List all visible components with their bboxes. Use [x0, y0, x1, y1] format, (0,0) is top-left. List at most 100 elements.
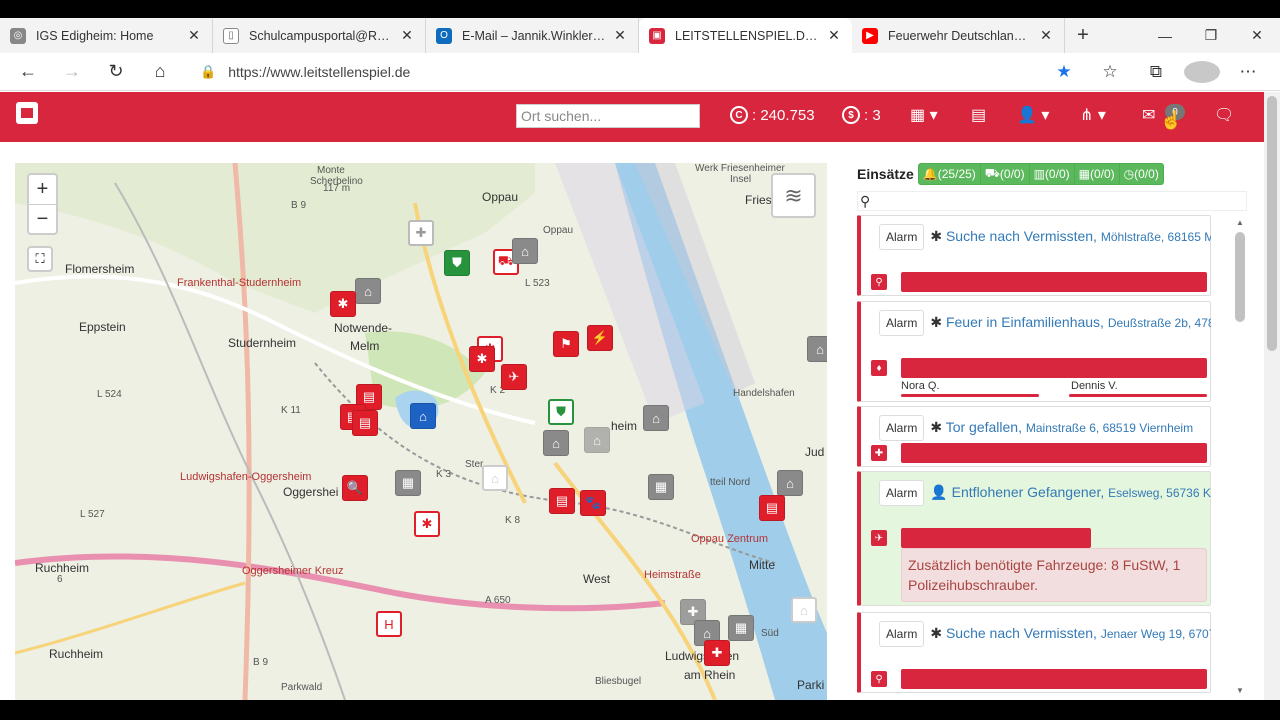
scroll-down-icon[interactable]: ▼: [1236, 686, 1244, 695]
zoom-out-button[interactable]: −: [29, 204, 56, 233]
profile-avatar[interactable]: [1184, 61, 1220, 83]
mission-name[interactable]: Tor gefallen,: [946, 419, 1022, 435]
building-marker-icon[interactable]: ⌂: [584, 427, 610, 453]
close-icon[interactable]: ✕: [826, 27, 842, 44]
mission-item[interactable]: Alarm ✱ Feuer in Einfamilienhaus, Deußstr…: [857, 301, 1211, 402]
tab-igs[interactable]: ◎ IGS Edigheim: Home ✕: [0, 18, 213, 53]
filter-emergency-button[interactable]: 🔔 (25/25): [919, 164, 981, 184]
mission-marker-icon[interactable]: ⚑: [553, 331, 579, 357]
tab-youtube[interactable]: ▶ Feuerwehr Deutschland 112 ✕: [852, 18, 1065, 53]
alarm-button[interactable]: Alarm: [879, 310, 925, 336]
filter-timed-button[interactable]: ◷ (0/0): [1120, 164, 1163, 184]
tab-email[interactable]: O E-Mail – Jannik.Winkler@igs ✕: [426, 18, 639, 53]
fire-station-marker-icon[interactable]: ▤: [352, 410, 378, 436]
location-search-input[interactable]: Ort suchen...: [516, 104, 700, 128]
close-icon[interactable]: ✕: [186, 27, 202, 44]
alarm-button[interactable]: Alarm: [879, 224, 925, 250]
home-button[interactable]: ⌂: [144, 56, 176, 88]
mission-marker-icon[interactable]: ✱: [330, 291, 356, 317]
alliance-menu-icon[interactable]: ⋔ ▾: [1080, 105, 1106, 125]
scrollbar-thumb[interactable]: [1267, 96, 1277, 351]
calendar-icon[interactable]: ▤: [971, 105, 986, 125]
rescue-mission-icon: ✚: [871, 445, 887, 461]
map[interactable]: Monte Scherbelino 117 m B 9 Oppau Oppau …: [15, 163, 827, 700]
mission-item[interactable]: Alarm ✱ Suche nach Vermissten, Möhlstraße…: [857, 215, 1211, 296]
page-scrollbar[interactable]: [1264, 92, 1280, 700]
filter-alliance-button[interactable]: ▦ (0/0): [1075, 164, 1120, 184]
search-mission-marker-icon[interactable]: 🔍: [342, 475, 368, 501]
mail-icon[interactable]: ✉: [1142, 105, 1155, 125]
mission-marker-icon[interactable]: ⚡: [587, 325, 613, 351]
mission-marker-icon[interactable]: 🐾: [580, 490, 606, 516]
mission-marker-icon[interactable]: ✈: [501, 364, 527, 390]
filter-transport-button[interactable]: ⛟ (0/0): [981, 164, 1030, 184]
building-marker-icon[interactable]: ▦: [395, 470, 421, 496]
mission-name[interactable]: Entflohener Gefangener,: [952, 484, 1105, 500]
building-marker-icon[interactable]: ⌂: [512, 238, 538, 264]
building-marker-icon[interactable]: ⌂: [777, 470, 803, 496]
mission-name[interactable]: Suche nach Vermissten,: [946, 228, 1097, 244]
mission-marker-icon[interactable]: ✱: [469, 346, 495, 372]
fullscreen-icon[interactable]: ⛶: [27, 246, 53, 272]
mission-marker-icon[interactable]: ✱: [414, 511, 440, 537]
building-marker-icon[interactable]: ⌂: [355, 278, 381, 304]
building-marker-icon[interactable]: ▦: [728, 615, 754, 641]
chat-icon[interactable]: 🗨: [1214, 105, 1234, 125]
building-marker-icon[interactable]: ⌂: [643, 405, 669, 431]
tab-schulcampus[interactable]: ▯ Schulcampusportal@RLP - l ✕: [213, 18, 426, 53]
mission-item[interactable]: Alarm 👤 Entflohener Gefangener, Eselsweg,…: [857, 471, 1211, 606]
building-marker-icon[interactable]: ⌂: [482, 465, 508, 491]
url-field[interactable]: 🔒 https://www.leitstellenspiel.de: [200, 57, 1020, 87]
building-marker-icon[interactable]: ⌂: [807, 336, 827, 362]
layers-icon[interactable]: ≋: [771, 173, 816, 218]
mission-list-scrollbar[interactable]: ▲ ▼: [1232, 218, 1248, 700]
fire-station-marker-icon[interactable]: ▤: [759, 495, 785, 521]
more-menu-icon[interactable]: ⋯: [1230, 62, 1266, 82]
mission-item[interactable]: Alarm ✱ Tor gefallen, Mainstraße 6, 68519…: [857, 406, 1211, 467]
overview-dropdown-icon[interactable]: ▦ ▾: [910, 105, 938, 125]
scrollbar-thumb[interactable]: [1235, 232, 1245, 322]
close-icon[interactable]: ✕: [612, 27, 628, 44]
building-marker-icon[interactable]: ⌂: [791, 597, 817, 623]
mission-address: Möhlstraße, 68165 Mannheim: [1100, 230, 1211, 244]
building-marker-icon[interactable]: ▦: [648, 474, 674, 500]
scroll-up-icon[interactable]: ▲: [1236, 218, 1244, 227]
fire-station-marker-icon[interactable]: ▤: [549, 488, 575, 514]
tab-leitstellenspiel[interactable]: ▣ LEITSTELLENSPIEL.DE - bau ✕: [639, 18, 852, 53]
close-icon[interactable]: ✕: [399, 27, 415, 44]
credits-display[interactable]: C : 240.753: [730, 106, 815, 124]
restore-icon[interactable]: ❐: [1188, 18, 1234, 53]
crew-name: Nora Q.: [901, 380, 940, 392]
mission-item[interactable]: Alarm ✱ Suche nach Vermissten, Jenaer Weg…: [857, 612, 1211, 693]
new-tab-button[interactable]: +: [1065, 18, 1101, 53]
close-icon[interactable]: ✕: [1038, 27, 1054, 44]
map-label: Parkwald: [281, 682, 323, 693]
back-button[interactable]: ←: [12, 56, 44, 88]
bottom-black-bar: [0, 700, 1280, 720]
ambulance-marker-icon[interactable]: ✚: [704, 640, 730, 666]
zoom-in-button[interactable]: +: [29, 175, 56, 204]
hospital-marker-icon[interactable]: ⌂: [410, 403, 436, 429]
mission-name[interactable]: Suche nach Vermissten,: [946, 625, 1097, 641]
alarm-button[interactable]: Alarm: [879, 480, 925, 506]
police-station-marker-icon[interactable]: ⛊: [444, 250, 470, 276]
forward-button[interactable]: →: [56, 56, 88, 88]
mission-name[interactable]: Feuer in Einfamilienhaus,: [946, 314, 1104, 330]
alarm-button[interactable]: Alarm: [879, 415, 925, 441]
building-marker-icon[interactable]: ✚: [408, 220, 434, 246]
helipad-marker-icon[interactable]: H: [376, 611, 402, 637]
alarm-button[interactable]: Alarm: [879, 621, 925, 647]
minimize-icon[interactable]: —: [1142, 18, 1188, 53]
close-window-icon[interactable]: ✕: [1234, 18, 1280, 53]
filter-planned-button[interactable]: ▥ (0/0): [1030, 164, 1075, 184]
reload-button[interactable]: ↻: [100, 56, 132, 88]
leitstellenspiel-logo-icon[interactable]: [16, 102, 38, 124]
favorite-star-icon[interactable]: ★: [1046, 62, 1082, 82]
building-marker-icon[interactable]: ⌂: [543, 430, 569, 456]
favorites-icon[interactable]: ☆: [1092, 62, 1128, 82]
mission-search-input[interactable]: ⚲: [857, 191, 1247, 211]
police-marker-icon[interactable]: ⛊: [548, 399, 574, 425]
user-menu-icon[interactable]: 👤 ▾: [1017, 105, 1049, 125]
coins-display[interactable]: $ : 3: [842, 106, 881, 124]
collections-icon[interactable]: ⧉: [1138, 62, 1174, 82]
